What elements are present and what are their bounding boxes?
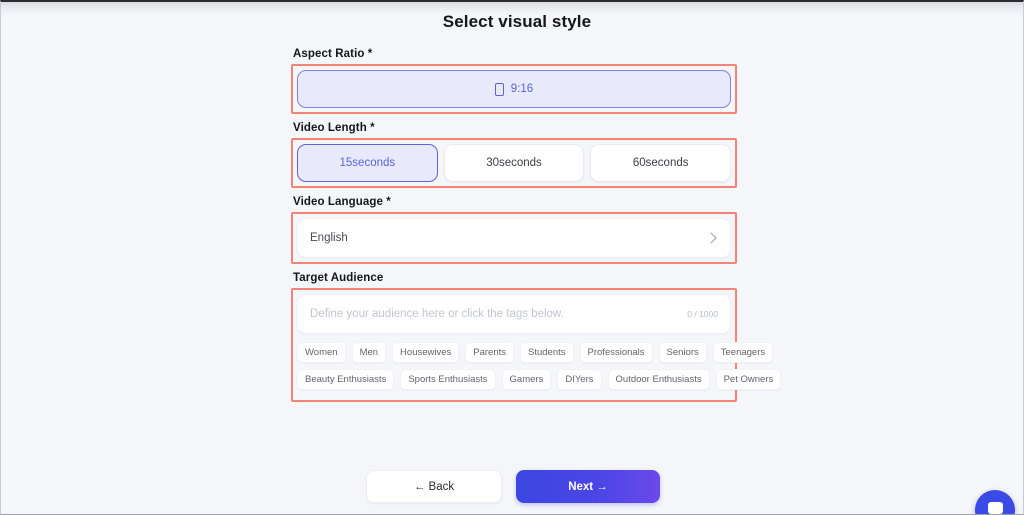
next-button[interactable]: Next → [516,470,660,503]
target-audience-annotation-box: Define your audience here or click the t… [291,288,782,402]
audience-tag[interactable]: Men [351,342,387,363]
audience-tag[interactable]: Housewives [392,342,460,363]
video-language-label: Video Language * [293,196,391,208]
target-audience-group: Define your audience here or click the t… [297,294,782,390]
video-language-select[interactable]: English [297,218,731,258]
form-footer: ← Back Next → [1,470,1023,503]
video-language-annotation-box: English [291,212,737,264]
aspect-ratio-label: Aspect Ratio * [293,48,373,60]
video-length-option-15seconds[interactable]: 15seconds [297,144,438,182]
audience-tag[interactable]: Gamers [501,369,552,390]
video-length-options: 15seconds 30seconds 60seconds [297,144,732,182]
browser-viewport: Select visual style Aspect Ratio * 9:16 … [0,0,1024,515]
audience-tag[interactable]: Seniors [658,342,707,363]
audience-tag[interactable]: Professionals [579,342,653,363]
phone-portrait-icon [494,82,504,96]
audience-tag[interactable]: Pet Owners [715,369,782,390]
video-length-option-30seconds[interactable]: 30seconds [443,144,585,182]
aspect-ratio-option-label: 9:16 [510,83,534,95]
audience-tag-row-2: Beauty Enthusiasts Sports Enthusiasts Ga… [297,369,782,390]
back-button[interactable]: ← Back [366,470,502,503]
aspect-ratio-annotation-box: 9:16 [291,64,737,114]
chat-bubble-icon [987,502,1003,514]
target-audience-placeholder: Define your audience here or click the t… [310,308,564,320]
target-audience-input[interactable]: Define your audience here or click the t… [297,294,731,334]
audience-tag-row-1: Women Men Housewives Parents Students Pr… [297,342,774,363]
aspect-ratio-option-9-16[interactable]: 9:16 [297,70,731,108]
video-language-value: English [310,232,348,244]
character-counter: 0 / 1000 [687,309,718,319]
target-audience-label: Target Audience [293,272,384,284]
audience-tag[interactable]: Sports Enthusiasts [400,369,496,390]
audience-tag[interactable]: Teenagers [712,342,774,363]
chevron-right-icon [705,232,717,244]
page-title: Select visual style [442,12,592,31]
audience-tag[interactable]: DIYers [557,369,602,390]
video-length-label: Video Length * [293,122,375,134]
audience-tag[interactable]: Parents [465,342,515,363]
audience-tag[interactable]: Beauty Enthusiasts [297,369,395,390]
video-length-annotation-box: 15seconds 30seconds 60seconds [291,138,737,188]
audience-tag[interactable]: Outdoor Enthusiasts [607,369,710,390]
visual-style-form: Select visual style Aspect Ratio * 9:16 … [291,12,782,410]
video-length-option-60seconds[interactable]: 60seconds [590,144,732,182]
audience-tag[interactable]: Students [520,342,574,363]
audience-tag[interactable]: Women [297,342,346,363]
